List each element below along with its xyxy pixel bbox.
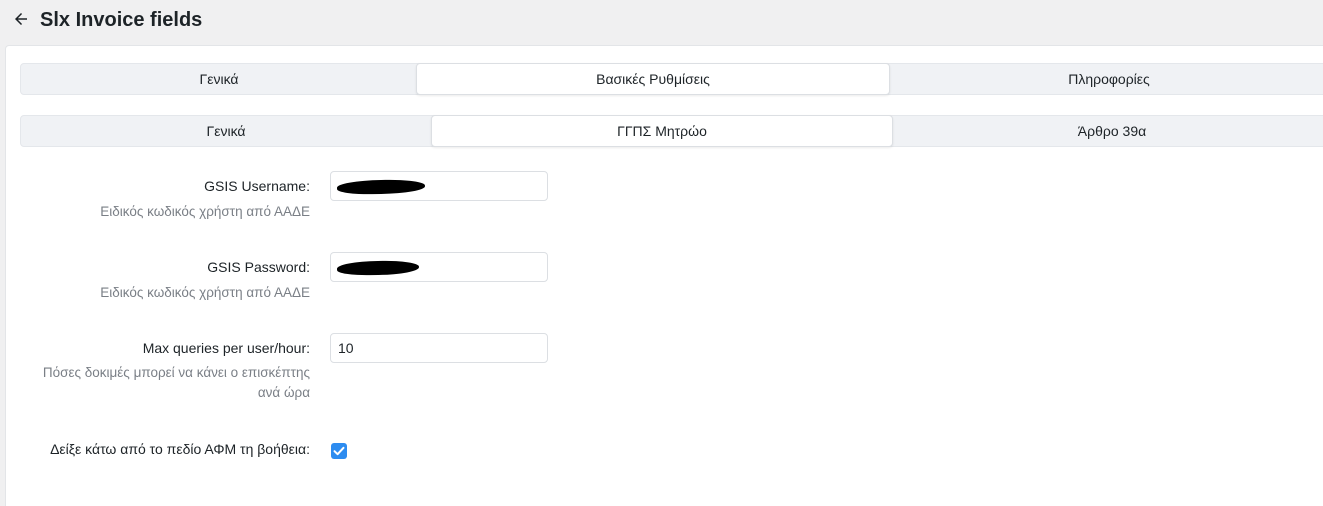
- page-title: Slx Invoice fields: [40, 9, 203, 31]
- gsis-password-input[interactable]: [330, 252, 548, 282]
- back-arrow-icon[interactable]: [12, 10, 30, 28]
- redaction-mark: [336, 179, 426, 195]
- tab-basic-settings[interactable]: Βασικές Ρυθμίσεις: [416, 63, 890, 95]
- max-queries-input[interactable]: 10: [330, 333, 548, 363]
- password-label: GSIS Password:: [207, 259, 310, 275]
- subtab-article-39a[interactable]: Άρθρο 39α: [892, 116, 1323, 146]
- tab-general[interactable]: Γενικά: [21, 64, 417, 94]
- max-queries-label: Max queries per user/hour:: [142, 340, 310, 356]
- main-tabbar: Γενικά Βασικές Ρυθμίσεις Πληροφορίες: [20, 63, 1323, 95]
- show-help-checkbox[interactable]: [331, 443, 347, 459]
- redaction-mark: [336, 260, 420, 276]
- gsis-username-input[interactable]: [330, 171, 548, 201]
- sub-tabbar: Γενικά ΓΓΠΣ Μητρώο Άρθρο 39α: [20, 115, 1323, 147]
- page-header: Slx Invoice fields: [0, 0, 1323, 44]
- max-queries-hint-line2: ανά ώρα: [257, 385, 310, 400]
- subtab-ggps-registry[interactable]: ΓΓΠΣ Μητρώο: [431, 115, 893, 147]
- subtab-general[interactable]: Γενικά: [21, 116, 431, 146]
- password-hint: Ειδικός κωδικός χρήστη από ΑΑΔΕ: [100, 285, 310, 300]
- show-help-label: Δείξε κάτω από το πεδίο ΑΦΜ τη βοήθεια:: [50, 441, 310, 457]
- tab-information[interactable]: Πληροφορίες: [889, 64, 1323, 94]
- max-queries-value: 10: [338, 340, 354, 356]
- max-queries-hint-line1: Πόσες δοκιμές μπορεί να κάνει ο επισκέπτ…: [42, 365, 310, 380]
- checkmark-icon: [333, 446, 345, 456]
- username-hint: Ειδικός κωδικός χρήστη από ΑΑΔΕ: [100, 204, 310, 219]
- username-label: GSIS Username:: [204, 178, 310, 194]
